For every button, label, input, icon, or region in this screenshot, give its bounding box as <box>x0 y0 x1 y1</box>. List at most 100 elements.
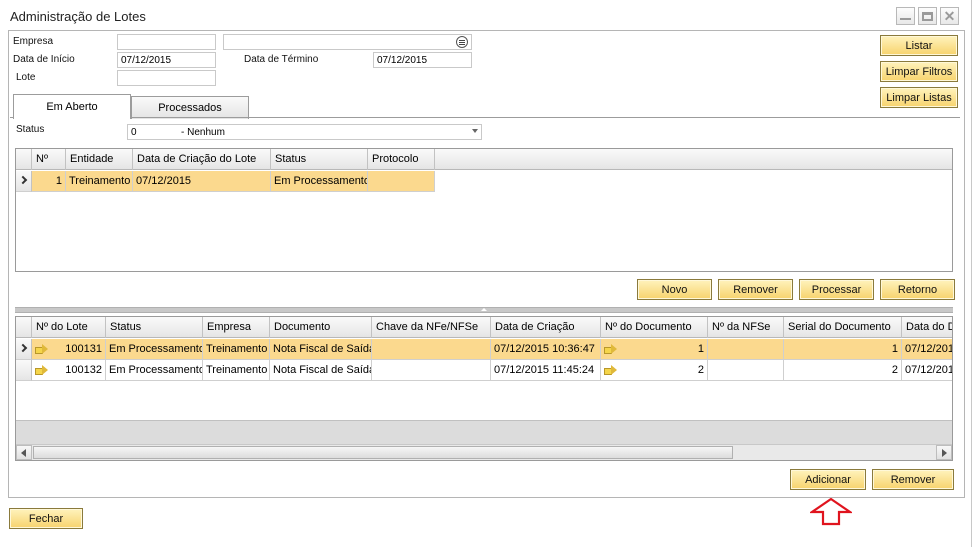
chevron-up-icon <box>481 308 487 311</box>
col-protocolo[interactable]: Protocolo <box>368 149 435 170</box>
cell-chave <box>372 360 491 381</box>
minimize-icon <box>900 18 911 20</box>
yellow-arrow-icon[interactable] <box>604 343 617 354</box>
cell-data-criacao: 07/12/2015 10:36:47 <box>491 339 601 360</box>
documents-grid-header: Nº do Lote Status Empresa Documento Chav… <box>16 317 952 338</box>
col-data-criacao-lote[interactable]: Data de Criação do Lote <box>133 149 271 170</box>
adicionar-button[interactable]: Adicionar <box>790 469 866 490</box>
status-code: 0 <box>131 127 137 138</box>
limpar-listas-button[interactable]: Limpar Listas <box>880 87 958 108</box>
processar-button[interactable]: Processar <box>799 279 874 300</box>
documents-grid: Nº do Lote Status Empresa Documento Chav… <box>15 316 953 461</box>
table-row[interactable]: 100132 Em Processamento Treinamento Nota… <box>16 360 952 381</box>
scroll-thumb[interactable] <box>33 446 733 459</box>
scroll-right-icon[interactable] <box>936 445 952 460</box>
cell-num-documento: 2 <box>601 360 708 381</box>
remover-documento-button[interactable]: Remover <box>872 469 954 490</box>
minimize-button[interactable] <box>896 7 915 25</box>
yellow-arrow-icon[interactable] <box>35 343 48 354</box>
row-selector[interactable] <box>16 360 32 381</box>
data-termino-field[interactable]: 07/12/2015 <box>373 52 472 68</box>
novo-button[interactable]: Novo <box>637 279 712 300</box>
list-lookup-icon[interactable] <box>456 36 468 48</box>
col-chave-nfe[interactable]: Chave da NFe/NFSe <box>372 317 491 338</box>
empresa-code-field[interactable] <box>117 34 216 50</box>
cell-num-lote: 100131 <box>32 339 106 360</box>
cell-data-documento: 07/12/201 <box>902 360 952 381</box>
yellow-arrow-icon[interactable] <box>604 364 617 375</box>
chevron-down-icon <box>472 129 478 133</box>
lote-label: Lote <box>16 72 36 83</box>
col-num[interactable]: Nº <box>32 149 66 170</box>
cell-empresa: Treinamento <box>203 339 270 360</box>
row-header-corner <box>16 317 32 338</box>
cell-num-documento: 1 <box>601 339 708 360</box>
close-button[interactable]: ✕ <box>940 7 959 25</box>
cell-serial: 2 <box>784 360 902 381</box>
lotes-grid-header: Nº Entidade Data de Criação do Lote Stat… <box>16 149 952 170</box>
close-icon: ✕ <box>943 8 956 24</box>
row-selector[interactable] <box>16 339 32 360</box>
col-num-nfse[interactable]: Nº da NFSe <box>708 317 784 338</box>
cell-num-lote-value: 100131 <box>65 343 102 355</box>
col-status[interactable]: Status <box>271 149 368 170</box>
limpar-filtros-button[interactable]: Limpar Filtros <box>880 61 958 82</box>
status-label: Status <box>16 124 45 135</box>
scroll-left-icon[interactable] <box>16 445 32 460</box>
cell-data: 07/12/2015 <box>133 171 271 192</box>
data-termino-label: Data de Término <box>244 54 319 65</box>
cell-data-documento: 07/12/201 <box>902 339 952 360</box>
col-entidade[interactable]: Entidade <box>66 149 133 170</box>
col-num-lote[interactable]: Nº do Lote <box>32 317 106 338</box>
tab-processados[interactable]: Processados <box>131 96 249 119</box>
cell-status: Em Processamento <box>106 360 203 381</box>
lotes-grid: Nº Entidade Data de Criação do Lote Stat… <box>15 148 953 272</box>
lote-field[interactable] <box>117 70 216 86</box>
status-select[interactable]: 0 - Nenhum <box>127 124 482 140</box>
status-text: - Nenhum <box>181 127 225 138</box>
cell-num-lote: 100132 <box>32 360 106 381</box>
empresa-name-field[interactable] <box>223 34 472 50</box>
cell-nfse <box>708 360 784 381</box>
red-up-arrow-icon <box>810 498 852 526</box>
col-data-criacao[interactable]: Data de Criação <box>491 317 601 338</box>
maximize-button[interactable] <box>918 7 937 25</box>
remover-lote-button[interactable]: Remover <box>718 279 793 300</box>
cell-num: 1 <box>32 171 66 192</box>
table-row[interactable]: 1 Treinamento 07/12/2015 Em Processament… <box>16 171 952 192</box>
cell-num-documento-value: 1 <box>697 343 704 355</box>
col-empresa[interactable]: Empresa <box>203 317 270 338</box>
cell-num-lote-value: 100132 <box>65 364 102 376</box>
batch-admin-window: Administração de Lotes ✕ Empresa Data de… <box>0 0 972 547</box>
data-inicio-field[interactable]: 07/12/2015 <box>117 52 216 68</box>
retorno-button[interactable]: Retorno <box>880 279 955 300</box>
cell-nfse <box>708 339 784 360</box>
maximize-icon <box>922 11 933 21</box>
row-header-corner <box>16 149 32 170</box>
yellow-arrow-icon[interactable] <box>35 364 48 375</box>
cell-protocolo <box>368 171 435 192</box>
col-num-documento[interactable]: Nº do Documento <box>601 317 708 338</box>
cell-status: Em Processamento <box>271 171 368 192</box>
splitter[interactable] <box>15 307 953 313</box>
empresa-label: Empresa <box>13 36 54 47</box>
row-selector[interactable] <box>16 171 32 192</box>
col-status[interactable]: Status <box>106 317 203 338</box>
data-inicio-label: Data de Início <box>13 54 75 65</box>
cell-documento: Nota Fiscal de Saída <box>270 360 372 381</box>
fechar-button[interactable]: Fechar <box>9 508 83 529</box>
cell-num-documento-value: 2 <box>697 364 704 376</box>
col-serial-documento[interactable]: Serial do Documento <box>784 317 902 338</box>
tab-em-aberto[interactable]: Em Aberto <box>13 94 131 119</box>
col-data-documento[interactable]: Data do D <box>902 317 952 338</box>
listar-button[interactable]: Listar <box>880 35 958 56</box>
cell-status: Em Processamento <box>106 339 203 360</box>
cell-data-criacao: 07/12/2015 11:45:24 <box>491 360 601 381</box>
horizontal-scrollbar[interactable] <box>16 444 952 460</box>
col-documento[interactable]: Documento <box>270 317 372 338</box>
cell-serial: 1 <box>784 339 902 360</box>
cell-entidade: Treinamento <box>66 171 133 192</box>
cell-empresa: Treinamento <box>203 360 270 381</box>
grid-empty-band <box>16 420 952 444</box>
table-row[interactable]: 100131 Em Processamento Treinamento Nota… <box>16 339 952 360</box>
